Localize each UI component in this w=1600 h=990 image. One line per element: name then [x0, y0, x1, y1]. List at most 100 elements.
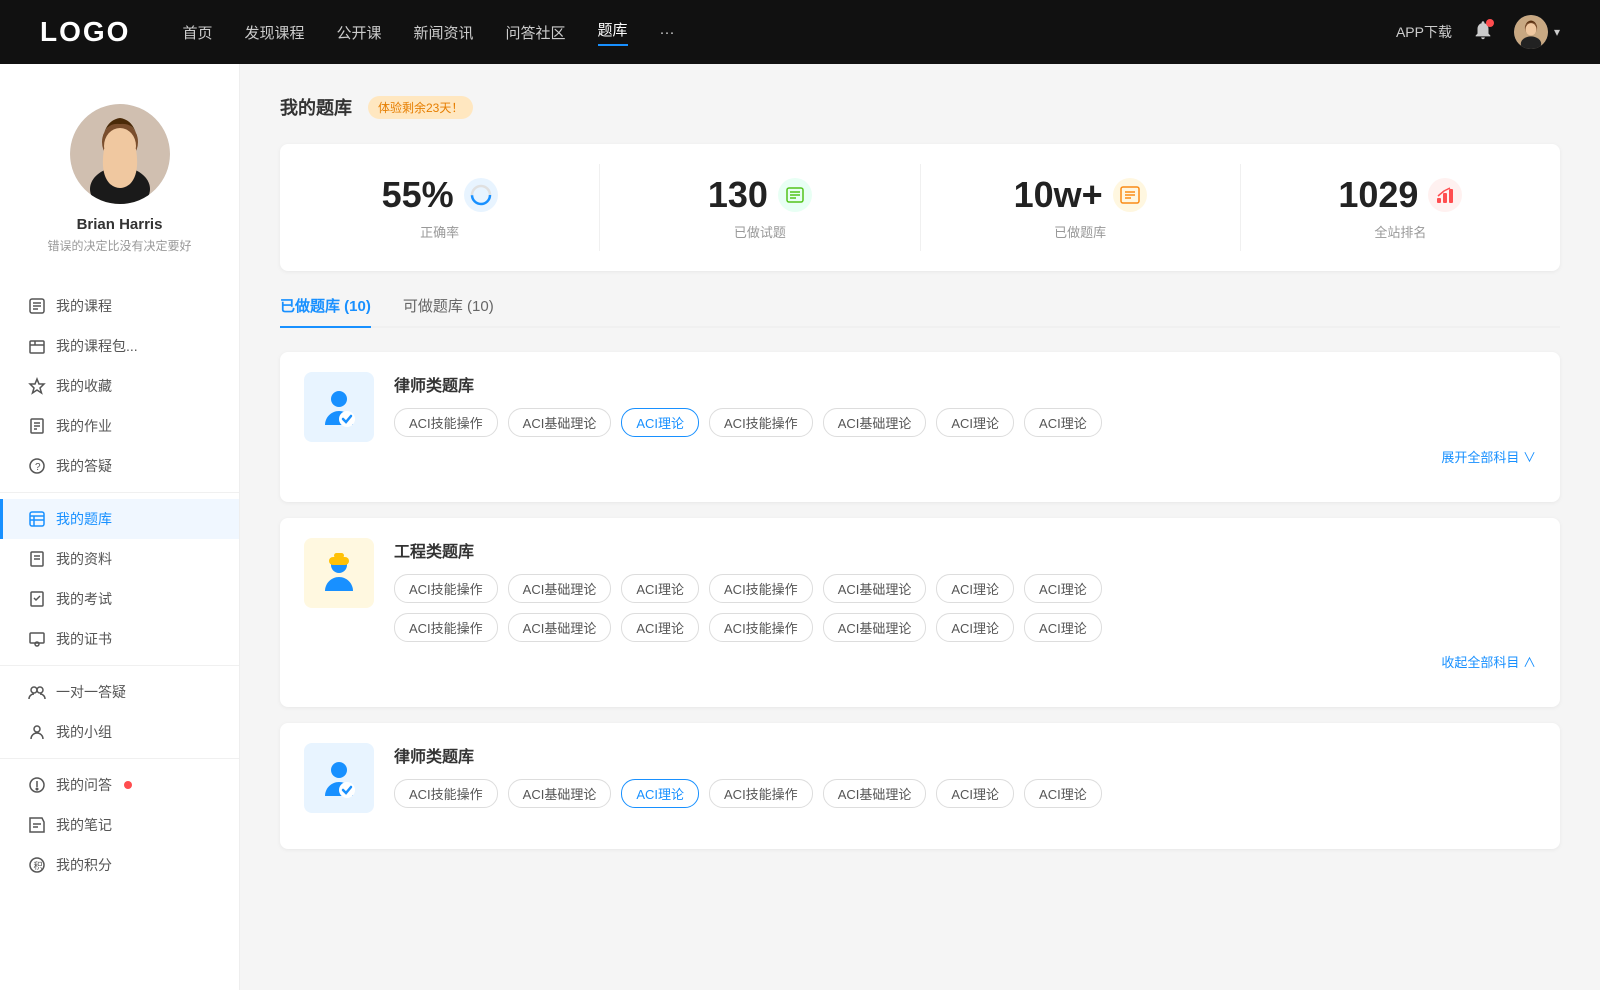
avatar: [1514, 15, 1548, 49]
tag[interactable]: ACI理论: [936, 408, 1014, 437]
sidebar-item-note[interactable]: 我的笔记: [0, 805, 239, 845]
qbank-card-0: 律师类题库 ACI技能操作 ACI基础理论 ACI理论 ACI技能操作 ACI基础理论 A…: [280, 352, 1560, 502]
nav-link-新闻资讯[interactable]: 新闻资讯: [414, 22, 474, 43]
tag[interactable]: ACI技能操作: [394, 574, 498, 603]
stat-icon: [1428, 178, 1462, 212]
nav-links: 首页 发现课程 公开课 新闻资讯 问答社区 题库 ···: [182, 19, 1364, 46]
notification-bell[interactable]: [1472, 19, 1494, 46]
sidebar-item-label: 我的答疑: [56, 456, 112, 476]
tab-可做题库 (10)[interactable]: 可做题库 (10): [403, 295, 494, 328]
nav-link-首页[interactable]: 首页: [182, 22, 212, 43]
nav-link-题库[interactable]: 题库: [598, 19, 628, 46]
tag[interactable]: ACI理论: [1024, 408, 1102, 437]
tag[interactable]: ACI理论: [936, 613, 1014, 642]
tag[interactable]: ACI技能操作: [394, 779, 498, 808]
tag[interactable]: ACI理论: [621, 408, 699, 437]
sidebar-item-exam[interactable]: 我的考试: [0, 579, 239, 619]
tag[interactable]: ACI技能操作: [709, 408, 813, 437]
one2one-icon: [28, 683, 46, 701]
sidebar-item-label: 我的课程: [56, 296, 112, 316]
tag[interactable]: ACI理论: [1024, 779, 1102, 808]
page-title: 我的题库: [280, 94, 352, 120]
sidebar-item-one2one[interactable]: 一对一答疑: [0, 672, 239, 712]
sidebar-item-homework[interactable]: 我的作业: [0, 406, 239, 446]
chevron-down-icon: ▾: [1554, 25, 1560, 39]
tag[interactable]: ACI基础理论: [823, 574, 927, 603]
nav-link-公开课[interactable]: 公开课: [336, 22, 381, 43]
tag[interactable]: ACI基础理论: [508, 779, 612, 808]
tag[interactable]: ACI基础理论: [823, 613, 927, 642]
sidebar-item-cert[interactable]: 我的证书: [0, 619, 239, 659]
stat-已做题库: 10w+ 已做题库: [921, 164, 1241, 251]
sidebar-item-star[interactable]: 我的收藏: [0, 366, 239, 406]
app-download-link[interactable]: APP下载: [1396, 22, 1452, 42]
sidebar-item-package[interactable]: 我的课程包...: [0, 326, 239, 366]
sidebar-item-course[interactable]: 我的课程: [0, 286, 239, 326]
sidebar-item-label: 我的作业: [56, 416, 112, 436]
sidebar-item-label: 我的课程包...: [56, 336, 138, 356]
notification-dot: [124, 781, 132, 789]
tags-row: ACI技能操作 ACI基础理论 ACI理论 ACI技能操作 ACI基础理论 ACI理论 AC…: [394, 574, 1536, 603]
tab-已做题库 (10)[interactable]: 已做题库 (10): [280, 295, 371, 328]
profile-motto: 错误的决定比没有决定要好: [16, 237, 223, 254]
qbank-title: 律师类题库: [394, 372, 1536, 396]
bank-icon: [28, 510, 46, 528]
sidebar-item-points[interactable]: 积我的积分: [0, 845, 239, 885]
nav-link-发现课程[interactable]: 发现课程: [244, 22, 304, 43]
tag[interactable]: ACI理论: [621, 613, 699, 642]
sidebar-item-question[interactable]: 我的问答: [0, 765, 239, 805]
sidebar-item-qa[interactable]: ?我的答疑: [0, 446, 239, 486]
logo[interactable]: LOGO: [40, 16, 130, 48]
star-icon: [28, 377, 46, 395]
sidebar-item-label: 我的积分: [56, 855, 112, 875]
qbank-icon: [304, 743, 374, 813]
sidebar-item-label: 我的资料: [56, 549, 112, 569]
points-icon: 积: [28, 856, 46, 874]
tag[interactable]: ACI理论: [1024, 574, 1102, 603]
course-icon: [28, 297, 46, 315]
tag[interactable]: ACI基础理论: [508, 574, 612, 603]
collapse-link[interactable]: 收起全部科目 ∧: [394, 652, 1536, 671]
tag[interactable]: ACI理论: [936, 779, 1014, 808]
qbank-icon: [304, 372, 374, 442]
qbank-card-2: 律师类题库 ACI技能操作ACI基础理论ACI理论ACI技能操作ACI基础理论A…: [280, 723, 1560, 849]
package-icon: [28, 337, 46, 355]
profile-avatar: [70, 104, 170, 204]
tag[interactable]: ACI基础理论: [508, 613, 612, 642]
sidebar-item-group[interactable]: 我的小组: [0, 712, 239, 752]
page-header: 我的题库 体验剩余23天！: [280, 94, 1560, 120]
tag[interactable]: ACI基础理论: [823, 779, 927, 808]
tag[interactable]: ACI理论: [1024, 613, 1102, 642]
stat-label: 已做题库: [921, 222, 1240, 241]
stat-icon: [778, 178, 812, 212]
nav-link-···[interactable]: ···: [660, 24, 675, 41]
stat-icon: [464, 178, 498, 212]
nav-right: APP下载 ▾: [1396, 15, 1560, 49]
stat-label: 全站排名: [1241, 222, 1560, 241]
tag[interactable]: ACI技能操作: [709, 779, 813, 808]
notification-dot: [1486, 19, 1494, 27]
stat-label: 正确率: [280, 222, 599, 241]
sidebar-item-bank[interactable]: 我的题库: [0, 499, 239, 539]
sidebar-item-label: 我的考试: [56, 589, 112, 609]
expand-link[interactable]: 展开全部科目 ∨: [394, 447, 1536, 466]
nav-link-问答社区[interactable]: 问答社区: [506, 22, 566, 43]
sidebar-item-label: 我的收藏: [56, 376, 112, 396]
tag[interactable]: ACI基础理论: [823, 408, 927, 437]
tag[interactable]: ACI基础理论: [508, 408, 612, 437]
tag[interactable]: ACI技能操作: [709, 613, 813, 642]
tag[interactable]: ACI理论: [621, 779, 699, 808]
profile-section: Brian Harris 错误的决定比没有决定要好: [0, 84, 239, 278]
user-avatar-menu[interactable]: ▾: [1514, 15, 1560, 49]
tag[interactable]: ACI技能操作: [394, 613, 498, 642]
question-icon: [28, 776, 46, 794]
trial-badge: 体验剩余23天！: [368, 96, 473, 119]
sidebar-item-material[interactable]: 我的资料: [0, 539, 239, 579]
sidebar-item-label: 我的问答: [56, 775, 112, 795]
tag[interactable]: ACI技能操作: [394, 408, 498, 437]
sidebar-item-label: 我的题库: [56, 509, 112, 529]
qbank-icon: [304, 538, 374, 608]
tag[interactable]: ACI理论: [621, 574, 699, 603]
tag[interactable]: ACI技能操作: [709, 574, 813, 603]
tag[interactable]: ACI理论: [936, 574, 1014, 603]
